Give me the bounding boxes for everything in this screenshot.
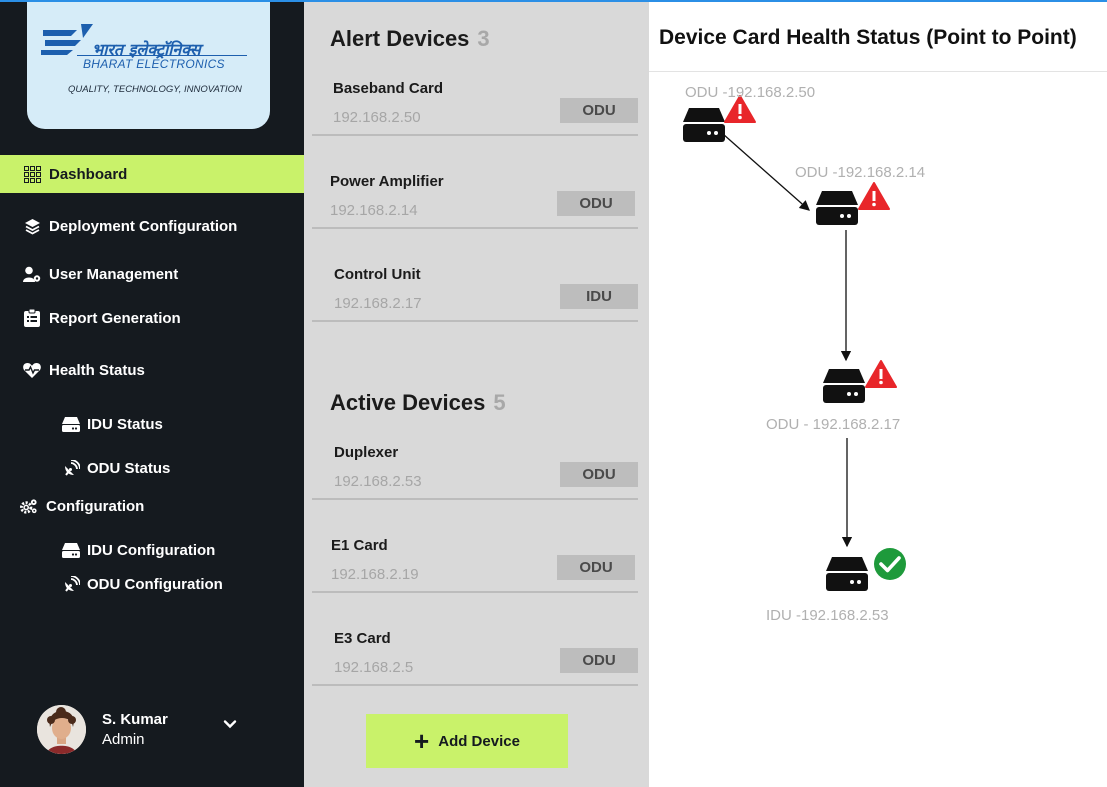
- brand-name: BHARAT ELECTRONICS: [83, 57, 225, 71]
- server-icon[interactable]: [683, 108, 725, 142]
- user-profile[interactable]: S. Kumar Admin: [37, 705, 287, 755]
- server-icon[interactable]: [823, 369, 865, 403]
- device-name: E3 Card: [334, 630, 391, 647]
- clipboard-icon: [23, 309, 41, 327]
- brand-logo[interactable]: भारत इलेक्ट्रॉनिक्स BHARAT ELECTRONICS Q…: [27, 0, 270, 129]
- brand-tagline: QUALITY, TECHNOLOGY, INNOVATION: [68, 84, 242, 95]
- device-ip: 192.168.2.5: [334, 659, 414, 676]
- sidebar-item-configuration[interactable]: Configuration: [0, 487, 304, 525]
- device-row[interactable]: E1 Card 192.168.2.19 ODU: [312, 501, 638, 593]
- plus-icon: +: [414, 726, 430, 756]
- device-type-badge: IDU: [560, 284, 638, 309]
- gears-icon: [20, 497, 38, 515]
- device-row[interactable]: Power Amplifier 192.168.2.14 ODU: [312, 137, 638, 229]
- device-name: Control Unit: [334, 266, 421, 283]
- sidebar-item-report-generation[interactable]: Report Generation: [0, 299, 304, 337]
- sidebar-subitem-idu-status[interactable]: IDU Status: [62, 415, 163, 433]
- sidebar-subitem-label: IDU Status: [87, 415, 163, 433]
- user-role: Admin: [102, 731, 145, 748]
- device-type-badge: ODU: [557, 555, 635, 580]
- network-diagram: [683, 95, 906, 591]
- add-device-button[interactable]: + Add Device: [366, 714, 568, 768]
- top-accent-line: [0, 0, 1107, 2]
- devices-panel: Alert Devices 3 Baseband Card 192.168.2.5…: [304, 2, 649, 787]
- server-icon[interactable]: [826, 557, 868, 591]
- server-icon[interactable]: [816, 191, 858, 225]
- sidebar-subitem-label: IDU Configuration: [87, 541, 216, 559]
- heartbeat-icon: [23, 361, 41, 379]
- sidebar-subitem-label: ODU Configuration: [87, 575, 223, 593]
- device-ip: 192.168.2.17: [334, 295, 422, 312]
- sidebar-item-label: User Management: [49, 265, 179, 283]
- sidebar-item-dashboard[interactable]: Dashboard: [0, 155, 304, 193]
- device-type-badge: ODU: [557, 191, 635, 216]
- device-ip: 192.168.2.19: [331, 566, 419, 583]
- device-row[interactable]: Control Unit 192.168.2.17 IDU: [312, 230, 638, 322]
- grid-icon: [23, 165, 41, 183]
- sidebar-subitem-label: ODU Status: [87, 459, 171, 477]
- device-name: Baseband Card: [333, 80, 444, 97]
- device-name: Power Amplifier: [330, 173, 444, 190]
- device-type-badge: ODU: [560, 462, 638, 487]
- sidebar-subitem-odu-status[interactable]: ODU Status: [62, 459, 170, 477]
- satellite-dish-icon: [62, 459, 80, 477]
- add-device-label: Add Device: [438, 732, 520, 750]
- sidebar-item-label: Dashboard: [49, 165, 128, 183]
- sidebar-subitem-odu-configuration[interactable]: ODU Configuration: [62, 575, 223, 593]
- node-label: ODU - 192.168.2.17: [766, 416, 901, 433]
- device-ip: 192.168.2.14: [330, 202, 418, 219]
- device-type-badge: ODU: [560, 98, 638, 123]
- sidebar-item-deployment-configuration[interactable]: Deployment Configuration: [0, 207, 304, 245]
- user-name: S. Kumar: [102, 711, 168, 728]
- device-row[interactable]: E3 Card 192.168.2.5 ODU: [312, 594, 638, 686]
- device-ip: 192.168.2.50: [333, 109, 421, 126]
- alert-icon: [858, 182, 890, 210]
- server-icon: [62, 415, 80, 433]
- sidebar-item-user-management[interactable]: User Management: [0, 255, 304, 293]
- satellite-dish-icon: [62, 575, 80, 593]
- sidebar: भारत इलेक्ट्रॉनिक्स BHARAT ELECTRONICS Q…: [0, 0, 304, 787]
- sidebar-item-label: Report Generation: [49, 309, 181, 327]
- sidebar-item-label: Configuration: [46, 497, 145, 515]
- user-gear-icon: [23, 265, 41, 283]
- brand-underline: [77, 55, 247, 56]
- device-name: E1 Card: [331, 537, 388, 554]
- device-row[interactable]: Duplexer 192.168.2.53 ODU: [312, 408, 638, 500]
- device-type-badge: ODU: [560, 648, 638, 673]
- server-icon: [62, 541, 80, 559]
- sidebar-item-health-status[interactable]: Health Status: [0, 351, 304, 389]
- bel-logo-icon: [41, 24, 93, 55]
- chevron-down-icon[interactable]: [223, 717, 237, 731]
- device-ip: 192.168.2.53: [334, 473, 422, 490]
- avatar[interactable]: [37, 705, 86, 754]
- layers-icon: [23, 217, 41, 235]
- node-label: IDU -192.168.2.53: [766, 607, 889, 624]
- alert-icon: [865, 360, 897, 388]
- sidebar-item-label: Deployment Configuration: [49, 217, 238, 235]
- device-name: Duplexer: [334, 444, 399, 461]
- sidebar-item-label: Health Status: [49, 361, 145, 379]
- node-label: ODU -192.168.2.14: [795, 164, 926, 181]
- node-label: ODU -192.168.2.50: [685, 84, 816, 101]
- sidebar-subitem-idu-configuration[interactable]: IDU Configuration: [62, 541, 215, 559]
- device-row[interactable]: Baseband Card 192.168.2.50 ODU: [312, 44, 638, 136]
- check-circle-icon: [874, 548, 906, 580]
